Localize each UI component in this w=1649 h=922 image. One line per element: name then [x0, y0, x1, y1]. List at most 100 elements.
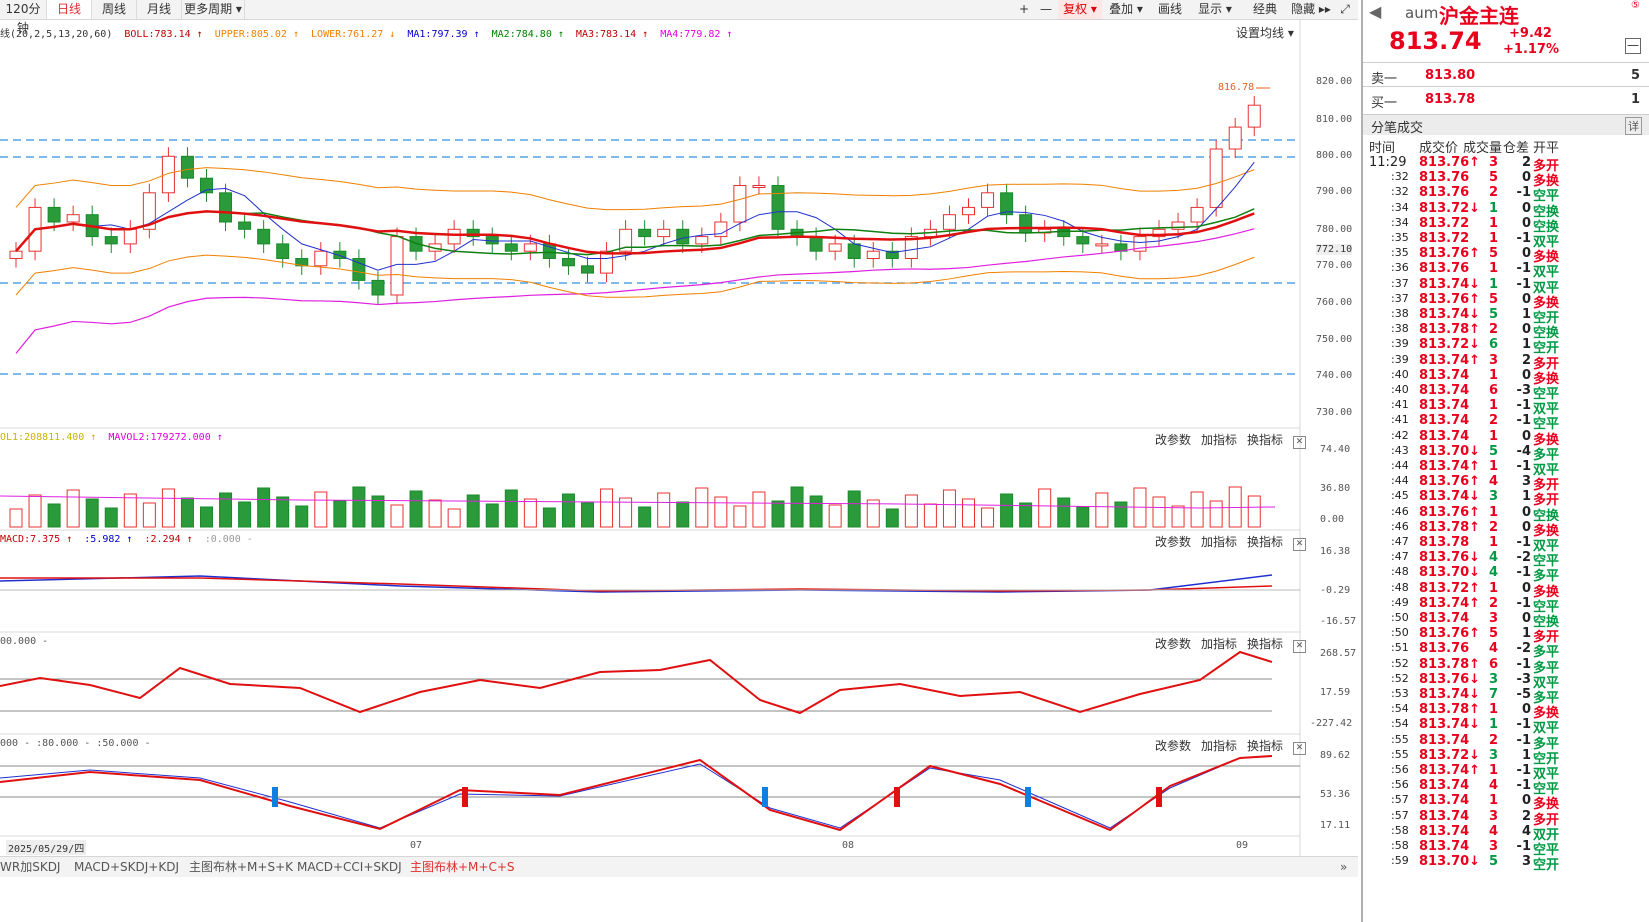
tick-row: :55 813.74 2 -1 多平 — [1363, 732, 1649, 752]
tick-price: 813.76 — [1419, 185, 1470, 201]
candle-body — [866, 250, 880, 259]
tick-price: 813.74 — [1419, 808, 1470, 824]
tick-price: 813.78↑ — [1419, 322, 1481, 338]
candle-body — [733, 185, 747, 223]
detail-button[interactable]: 详 — [1625, 117, 1642, 135]
tab-boll-m-s-k[interactable]: 主图布林+M+S+K — [189, 857, 293, 877]
change-params-button[interactable]: 改参数 — [1155, 637, 1191, 651]
prev-symbol-icon[interactable]: ◀ — [1369, 2, 1381, 21]
volume-bar — [1038, 488, 1052, 528]
tab-macd-cci-skdj[interactable]: MACD+CCI+SKDJ — [297, 857, 402, 877]
ticks-header: 分笔成交 详 — [1363, 114, 1649, 136]
volume-bar — [47, 503, 61, 528]
tab-wr-skdj[interactable]: WR加SKDJ — [0, 857, 60, 877]
tick-time: :34 — [1391, 200, 1409, 214]
restore-rights-button[interactable]: 复权 ▾ — [1058, 0, 1102, 19]
tab-weekly[interactable]: 周线 — [92, 0, 137, 19]
tick-price: 813.76 — [1419, 170, 1470, 186]
tick-row: :41 813.74 1 -1 双平 — [1363, 398, 1649, 417]
swap-indicator-button[interactable]: 换指标 — [1247, 433, 1283, 447]
collapse-icon[interactable]: — — [1625, 38, 1641, 54]
fullscreen-icon[interactable]: ⤢ — [1336, 0, 1354, 19]
change-params-button[interactable]: 改参数 — [1155, 739, 1191, 753]
tick-volume: 1 — [1488, 428, 1498, 444]
draw-line-button[interactable]: 画线 — [1150, 0, 1190, 19]
price-axis-label: 790.00 — [1316, 186, 1353, 197]
tick-price: 813.74 — [1419, 823, 1470, 839]
close-icon[interactable]: ✕ — [1293, 742, 1307, 755]
volume-bar — [942, 489, 956, 528]
swap-indicator-button[interactable]: 换指标 — [1247, 637, 1283, 651]
tick-price: 813.74 — [1419, 732, 1470, 748]
swap-indicator-button[interactable]: 换指标 — [1247, 535, 1283, 549]
tick-oi-change: 0 — [1521, 291, 1531, 307]
tick-type: 空开 — [1533, 858, 1560, 874]
ask-label: 卖一 — [1371, 72, 1398, 87]
overlay-button[interactable]: 叠加 ▾ — [1104, 0, 1148, 19]
candle-body — [123, 228, 137, 245]
close-icon[interactable]: ✕ — [1293, 640, 1307, 653]
candle-body — [447, 228, 461, 245]
kdj-axis-label: 53.36 — [1320, 789, 1351, 800]
vol-axis-label: 36.80 — [1320, 483, 1351, 494]
swap-indicator-button[interactable]: 换指标 — [1247, 739, 1283, 753]
tick-price: 813.76↑ — [1419, 504, 1481, 520]
tick-price: 813.72↓ — [1419, 337, 1481, 353]
tick-row: :32 813.76 2 -1 空平 — [1363, 185, 1649, 204]
tick-row: :35 813.72 1 -1 双平 — [1363, 231, 1649, 250]
candle-body — [561, 258, 575, 267]
zoom-in-button[interactable]: + — [1014, 0, 1034, 19]
price-axis-label: 772.10 — [1316, 244, 1353, 255]
add-indicator-button[interactable]: 加指标 — [1201, 433, 1237, 447]
tick-price: 813.78↑ — [1419, 519, 1481, 535]
tick-volume: 5 — [1488, 307, 1498, 322]
tab-daily[interactable]: 日线 — [47, 0, 92, 19]
volume-bar — [219, 492, 233, 528]
add-indicator-button[interactable]: 加指标 — [1201, 535, 1237, 549]
tick-oi-change: 1 — [1521, 307, 1531, 322]
tick-volume: 1 — [1488, 231, 1498, 246]
close-icon[interactable]: ✕ — [1293, 436, 1307, 449]
tick-time: :54 — [1391, 702, 1409, 716]
tab-boll-m-c-s[interactable]: 主图布林+M+C+S — [410, 857, 515, 877]
add-indicator-button[interactable]: 加指标 — [1201, 637, 1237, 651]
tab-120min[interactable]: 120分钟 — [0, 0, 47, 35]
tick-row: :52 813.78↑ 6 -1 多平 — [1363, 656, 1649, 676]
tick-time: :47 — [1391, 535, 1409, 548]
close-icon[interactable]: ✕ — [1293, 538, 1307, 551]
col-type: 开平 — [1533, 141, 1560, 156]
tick-price: 813.72↑ — [1419, 580, 1481, 596]
tick-oi-change: 0 — [1521, 504, 1531, 520]
tick-row: :56 813.74↑ 1 -1 双平 — [1363, 763, 1649, 782]
tick-price: 813.78↑ — [1419, 656, 1481, 672]
tick-row: :35 813.76↑ 5 0 多换 — [1363, 246, 1649, 265]
volume-bar — [1152, 496, 1166, 528]
tick-time: :49 — [1391, 595, 1409, 609]
tick-row: :49 813.74↑ 2 -1 空平 — [1363, 595, 1649, 615]
candle-body — [638, 228, 652, 238]
tab-macd-skdj-kdj[interactable]: MACD+SKDJ+KDJ — [74, 857, 179, 877]
change-params-button[interactable]: 改参数 — [1155, 535, 1191, 549]
scroll-right-icon[interactable]: » — [1340, 857, 1347, 877]
kdj-signal-bar — [462, 787, 468, 807]
tab-monthly[interactable]: 月线 — [137, 0, 182, 19]
tab-more-periods[interactable]: 更多周期 ▾ — [182, 0, 245, 19]
tick-oi-change: -1 — [1516, 231, 1531, 246]
tick-volume: 1 — [1488, 504, 1498, 520]
tick-volume: 1 — [1488, 276, 1498, 292]
notification-icon[interactable]: ⑤ — [1631, 0, 1640, 11]
lower-band-line — [15, 254, 1255, 298]
volume-bar — [1114, 501, 1128, 528]
vol-value: OL1:208811.400 ↑ — [0, 432, 97, 443]
tick-volume: 5 — [1488, 443, 1498, 459]
tick-price: 813.72↓ — [1419, 747, 1481, 763]
zoom-out-button[interactable]: — — [1036, 0, 1056, 19]
classic-button[interactable]: 经典 — [1245, 0, 1285, 19]
change-params-button[interactable]: 改参数 — [1155, 433, 1191, 447]
tick-oi-change: -1 — [1516, 839, 1531, 854]
tick-oi-change: 0 — [1521, 580, 1531, 596]
display-button[interactable]: 显示 ▾ — [1193, 0, 1237, 19]
hide-panel-button[interactable]: 隐藏 ▸▸ — [1288, 0, 1334, 19]
add-indicator-button[interactable]: 加指标 — [1201, 739, 1237, 753]
tick-price: 813.74 — [1419, 778, 1470, 794]
